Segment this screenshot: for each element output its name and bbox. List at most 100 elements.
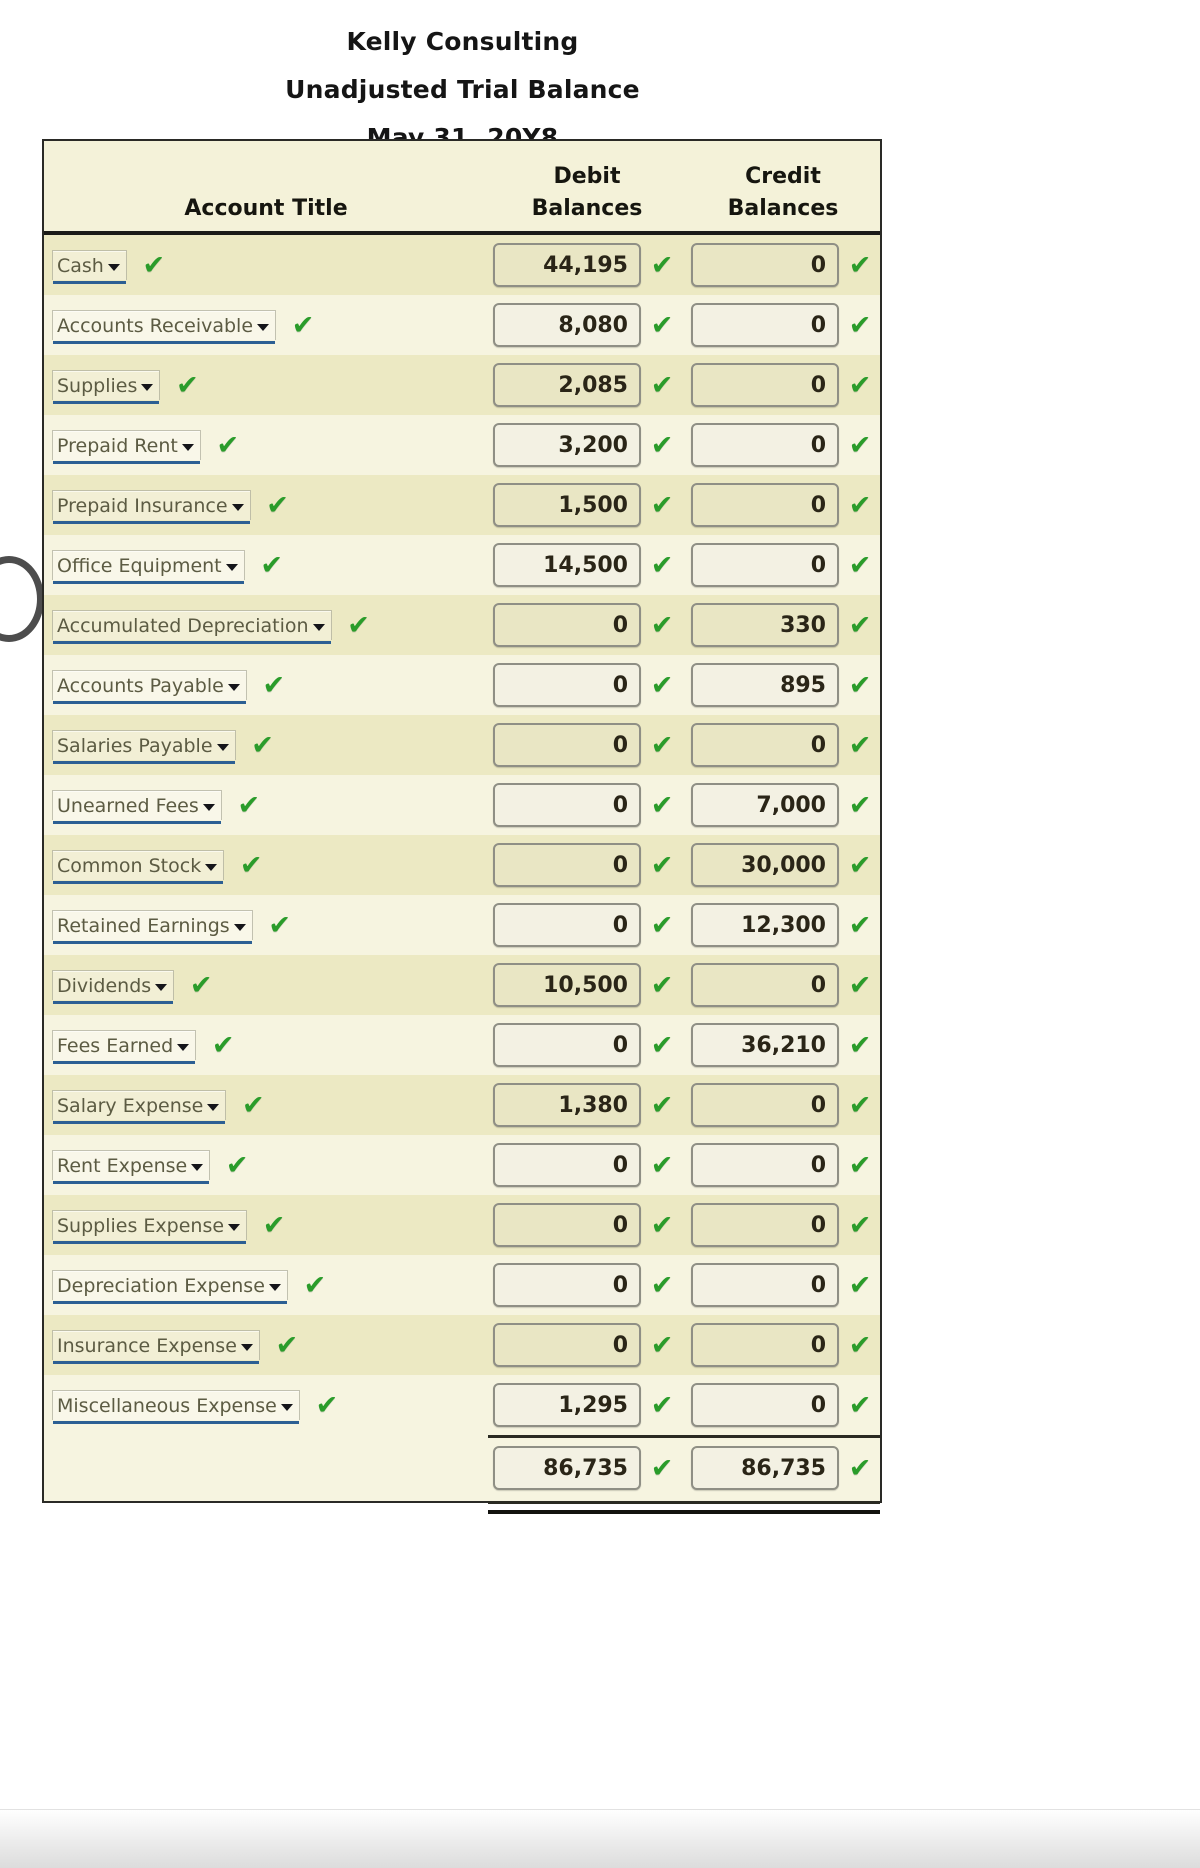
chevron-down-icon[interactable]	[280, 1403, 293, 1411]
debit-input[interactable]: 8,080	[493, 303, 641, 347]
chevron-down-icon[interactable]	[312, 623, 325, 631]
credit-balance-cell: 0 ✔	[686, 1375, 880, 1435]
account-select[interactable]: Retained Earnings	[52, 910, 253, 944]
totals-debit-input[interactable]: 86,735	[493, 1446, 641, 1490]
credit-input[interactable]: 0	[691, 363, 839, 407]
chevron-down-icon[interactable]	[155, 983, 168, 991]
credit-input[interactable]: 36,210	[691, 1023, 839, 1067]
credit-input[interactable]: 895	[691, 663, 839, 707]
credit-input[interactable]: 0	[691, 243, 839, 287]
debit-input[interactable]: 14,500	[493, 543, 641, 587]
account-select[interactable]: Insurance Expense	[52, 1330, 260, 1364]
chevron-down-icon[interactable]	[181, 443, 194, 451]
credit-input[interactable]: 0	[691, 963, 839, 1007]
header-cell-account-title: Account Title	[44, 141, 488, 231]
check-icon: ✔	[848, 1209, 872, 1241]
chevron-down-icon[interactable]	[141, 383, 154, 391]
totals-credit-input[interactable]: 86,735	[691, 1446, 839, 1490]
credit-balance-cell: 0 ✔	[686, 235, 880, 295]
debit-input[interactable]: 0	[493, 663, 641, 707]
debit-input[interactable]: 0	[493, 1323, 641, 1367]
credit-input[interactable]: 30,000	[691, 843, 839, 887]
chevron-down-icon[interactable]	[202, 803, 215, 811]
debit-input[interactable]: 1,380	[493, 1083, 641, 1127]
account-select[interactable]: Accounts Payable	[52, 670, 247, 704]
check-icon: ✔	[176, 369, 199, 401]
debit-input[interactable]: 10,500	[493, 963, 641, 1007]
chevron-down-icon[interactable]	[207, 1103, 220, 1111]
chevron-down-icon[interactable]	[205, 863, 218, 871]
statement-name: Unadjusted Trial Balance	[285, 75, 640, 104]
credit-input[interactable]: 0	[691, 423, 839, 467]
account-select[interactable]: Supplies	[52, 370, 161, 404]
table-row: Retained Earnings ✔ 0 ✔ 12,300 ✔	[44, 895, 880, 955]
account-select[interactable]: Fees Earned	[52, 1030, 197, 1064]
chevron-down-icon[interactable]	[191, 1163, 204, 1171]
credit-input[interactable]: 0	[691, 1083, 839, 1127]
debit-input[interactable]: 0	[493, 783, 641, 827]
account-select-label: Supplies Expense	[57, 1214, 225, 1237]
credit-input[interactable]: 0	[691, 723, 839, 767]
credit-input[interactable]: 0	[691, 303, 839, 347]
account-select[interactable]: Dividends	[52, 970, 175, 1004]
account-select[interactable]: Rent Expense	[52, 1150, 211, 1184]
debit-input[interactable]: 0	[493, 1023, 641, 1067]
debit-input[interactable]: 1,500	[493, 483, 641, 527]
chevron-down-icon[interactable]	[227, 683, 240, 691]
debit-input[interactable]: 0	[493, 723, 641, 767]
check-icon: ✔	[650, 789, 674, 821]
debit-input[interactable]: 0	[493, 1203, 641, 1247]
credit-input[interactable]: 0	[691, 1143, 839, 1187]
chevron-down-icon[interactable]	[216, 743, 229, 751]
account-select[interactable]: Salary Expense	[52, 1090, 227, 1124]
account-select[interactable]: Prepaid Insurance	[52, 490, 251, 524]
credit-input[interactable]: 330	[691, 603, 839, 647]
credit-input[interactable]: 0	[691, 1383, 839, 1427]
debit-balance-cell: 8,080 ✔	[488, 295, 686, 355]
account-select[interactable]: Salaries Payable	[52, 730, 236, 764]
credit-input[interactable]: 0	[691, 1263, 839, 1307]
chevron-down-icon[interactable]	[225, 563, 238, 571]
account-select[interactable]: Common Stock	[52, 850, 225, 884]
account-select[interactable]: Depreciation Expense	[52, 1270, 288, 1304]
account-select[interactable]: Unearned Fees	[52, 790, 222, 824]
debit-input[interactable]: 44,195	[493, 243, 641, 287]
debit-input[interactable]: 0	[493, 603, 641, 647]
account-select[interactable]: Accounts Receivable	[52, 310, 277, 344]
debit-input[interactable]: 0	[493, 903, 641, 947]
debit-input[interactable]: 0	[493, 1143, 641, 1187]
debit-input[interactable]: 0	[493, 1263, 641, 1307]
debit-balance-cell: 0 ✔	[488, 775, 686, 835]
credit-input[interactable]: 7,000	[691, 783, 839, 827]
account-select[interactable]: Office Equipment	[52, 550, 245, 584]
chevron-down-icon[interactable]	[233, 923, 246, 931]
check-icon: ✔	[848, 849, 872, 881]
check-icon: ✔	[848, 729, 872, 761]
credit-balance-cell: 0 ✔	[686, 355, 880, 415]
account-select[interactable]: Prepaid Rent	[52, 430, 201, 464]
chevron-down-icon[interactable]	[107, 263, 120, 271]
chevron-down-icon[interactable]	[257, 323, 270, 331]
account-select-label: Unearned Fees	[57, 794, 199, 817]
credit-input[interactable]: 0	[691, 543, 839, 587]
chevron-down-icon[interactable]	[268, 1283, 281, 1291]
debit-input[interactable]: 0	[493, 843, 641, 887]
debit-input[interactable]: 1,295	[493, 1383, 641, 1427]
debit-input[interactable]: 3,200	[493, 423, 641, 467]
debit-input[interactable]: 2,085	[493, 363, 641, 407]
account-select[interactable]: Accumulated Depreciation	[52, 610, 332, 644]
account-select[interactable]: Cash	[52, 250, 127, 284]
account-select[interactable]: Miscellaneous Expense	[52, 1390, 300, 1424]
chevron-down-icon[interactable]	[231, 503, 244, 511]
credit-input[interactable]: 0	[691, 483, 839, 527]
account-select[interactable]: Supplies Expense	[52, 1210, 248, 1244]
chevron-down-icon[interactable]	[228, 1223, 241, 1231]
account-select-label: Common Stock	[57, 854, 202, 877]
table-row: Insurance Expense ✔ 0 ✔ 0 ✔	[44, 1315, 880, 1375]
chevron-down-icon[interactable]	[240, 1343, 253, 1351]
credit-input[interactable]: 12,300	[691, 903, 839, 947]
credit-input[interactable]: 0	[691, 1323, 839, 1367]
account-select-label: Miscellaneous Expense	[57, 1394, 277, 1417]
chevron-down-icon[interactable]	[177, 1043, 190, 1051]
credit-input[interactable]: 0	[691, 1203, 839, 1247]
